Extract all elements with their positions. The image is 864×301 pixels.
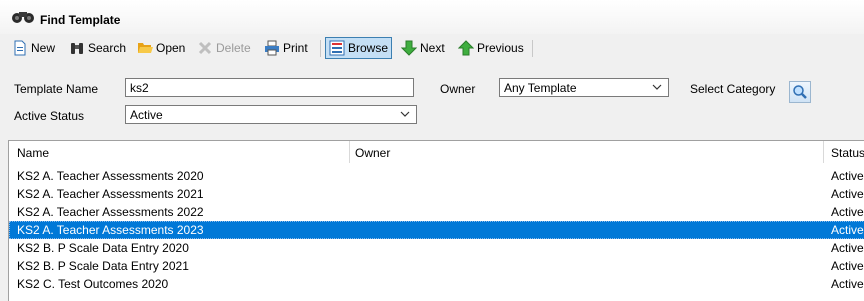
column-header-name[interactable]: Name xyxy=(17,146,49,160)
row-name: KS2 A. Teacher Assessments 2023 xyxy=(17,223,204,237)
select-category-button[interactable] xyxy=(789,81,811,103)
binoculars-icon xyxy=(71,43,83,54)
active-status-select[interactable]: Active xyxy=(125,105,417,124)
search-button[interactable]: Search xyxy=(69,38,126,58)
window-title: Find Template xyxy=(40,13,121,27)
row-status: Active xyxy=(831,205,864,219)
table-row-selected[interactable]: KS2 A. Teacher Assessments 2023 Active xyxy=(9,221,864,239)
active-status-label: Active Status xyxy=(14,109,85,123)
row-name: KS2 B. P Scale Data Entry 2020 xyxy=(17,241,189,255)
template-name-value: ks2 xyxy=(130,80,149,95)
toolbar-separator xyxy=(320,40,321,57)
previous-label: Previous xyxy=(477,41,524,55)
delete-x-icon xyxy=(198,41,212,55)
owner-label: Owner xyxy=(440,82,476,96)
open-button[interactable]: Open xyxy=(137,38,185,58)
row-name: KS2 C. Test Outcomes 2020 xyxy=(17,277,169,291)
magnifier-icon xyxy=(793,85,807,99)
row-name: KS2 A. Teacher Assessments 2021 xyxy=(17,187,204,201)
row-status: Active xyxy=(831,241,864,255)
browse-icon xyxy=(329,40,345,56)
column-header-owner[interactable]: Owner xyxy=(355,146,390,160)
row-status: Active xyxy=(831,169,864,183)
template-name-input[interactable]: ks2 xyxy=(125,78,414,97)
grid-header: Name Owner Status xyxy=(9,141,864,163)
row-name: KS2 B. P Scale Data Entry 2021 xyxy=(17,259,189,273)
table-row[interactable]: KS2 A. Teacher Assessments 2021 Active xyxy=(9,185,864,203)
table-row[interactable]: KS2 A. Teacher Assessments 2020 Active xyxy=(9,167,864,185)
row-name: KS2 A. Teacher Assessments 2022 xyxy=(17,205,204,219)
printer-icon xyxy=(265,40,279,56)
next-button[interactable]: Next xyxy=(401,38,445,58)
owner-select[interactable]: Any Template xyxy=(499,78,669,97)
new-label: New xyxy=(31,41,56,55)
arrow-down-icon xyxy=(401,40,417,56)
browse-button[interactable]: Browse xyxy=(325,37,393,59)
row-status: Active xyxy=(831,187,864,201)
toolbar-separator xyxy=(532,40,533,57)
table-row[interactable]: KS2 B. P Scale Data Entry 2020 Active xyxy=(9,239,864,257)
open-label: Open xyxy=(156,41,186,55)
delete-button[interactable]: Delete xyxy=(197,38,251,58)
row-status: Active xyxy=(831,259,864,273)
table-row[interactable]: KS2 A. Teacher Assessments 2022 Active xyxy=(9,203,864,221)
search-label: Search xyxy=(88,41,127,55)
table-row[interactable]: KS2 C. Test Outcomes 2020 Active xyxy=(9,275,864,293)
binoculars-icon xyxy=(11,10,35,27)
select-category-label: Select Category xyxy=(690,82,776,96)
chevron-down-icon xyxy=(400,111,410,117)
row-name: KS2 A. Teacher Assessments 2020 xyxy=(17,169,204,183)
next-label: Next xyxy=(420,41,445,55)
column-divider[interactable] xyxy=(823,141,824,163)
chevron-down-icon xyxy=(652,84,662,90)
window-titlebar: Find Template xyxy=(0,0,864,34)
row-status: Active xyxy=(831,223,864,237)
active-status-value: Active xyxy=(130,107,163,122)
toolbar: New Search Open Delete Print Browse Next… xyxy=(0,36,864,60)
print-label: Print xyxy=(283,41,308,55)
previous-button[interactable]: Previous xyxy=(458,38,524,58)
folder-open-icon xyxy=(138,43,153,53)
delete-label: Delete xyxy=(216,41,251,55)
browse-label: Browse xyxy=(348,41,389,55)
owner-value: Any Template xyxy=(504,80,577,95)
column-header-status[interactable]: Status xyxy=(831,146,864,160)
new-document-icon xyxy=(14,40,26,56)
print-button[interactable]: Print xyxy=(264,38,308,58)
row-status: Active xyxy=(831,277,864,291)
arrow-up-icon xyxy=(458,40,474,56)
table-row[interactable]: KS2 B. P Scale Data Entry 2021 Active xyxy=(9,257,864,275)
template-name-label: Template Name xyxy=(14,82,99,96)
results-grid: Name Owner Status KS2 A. Teacher Assessm… xyxy=(8,140,864,301)
column-divider[interactable] xyxy=(349,141,350,163)
new-button[interactable]: New xyxy=(12,38,55,58)
